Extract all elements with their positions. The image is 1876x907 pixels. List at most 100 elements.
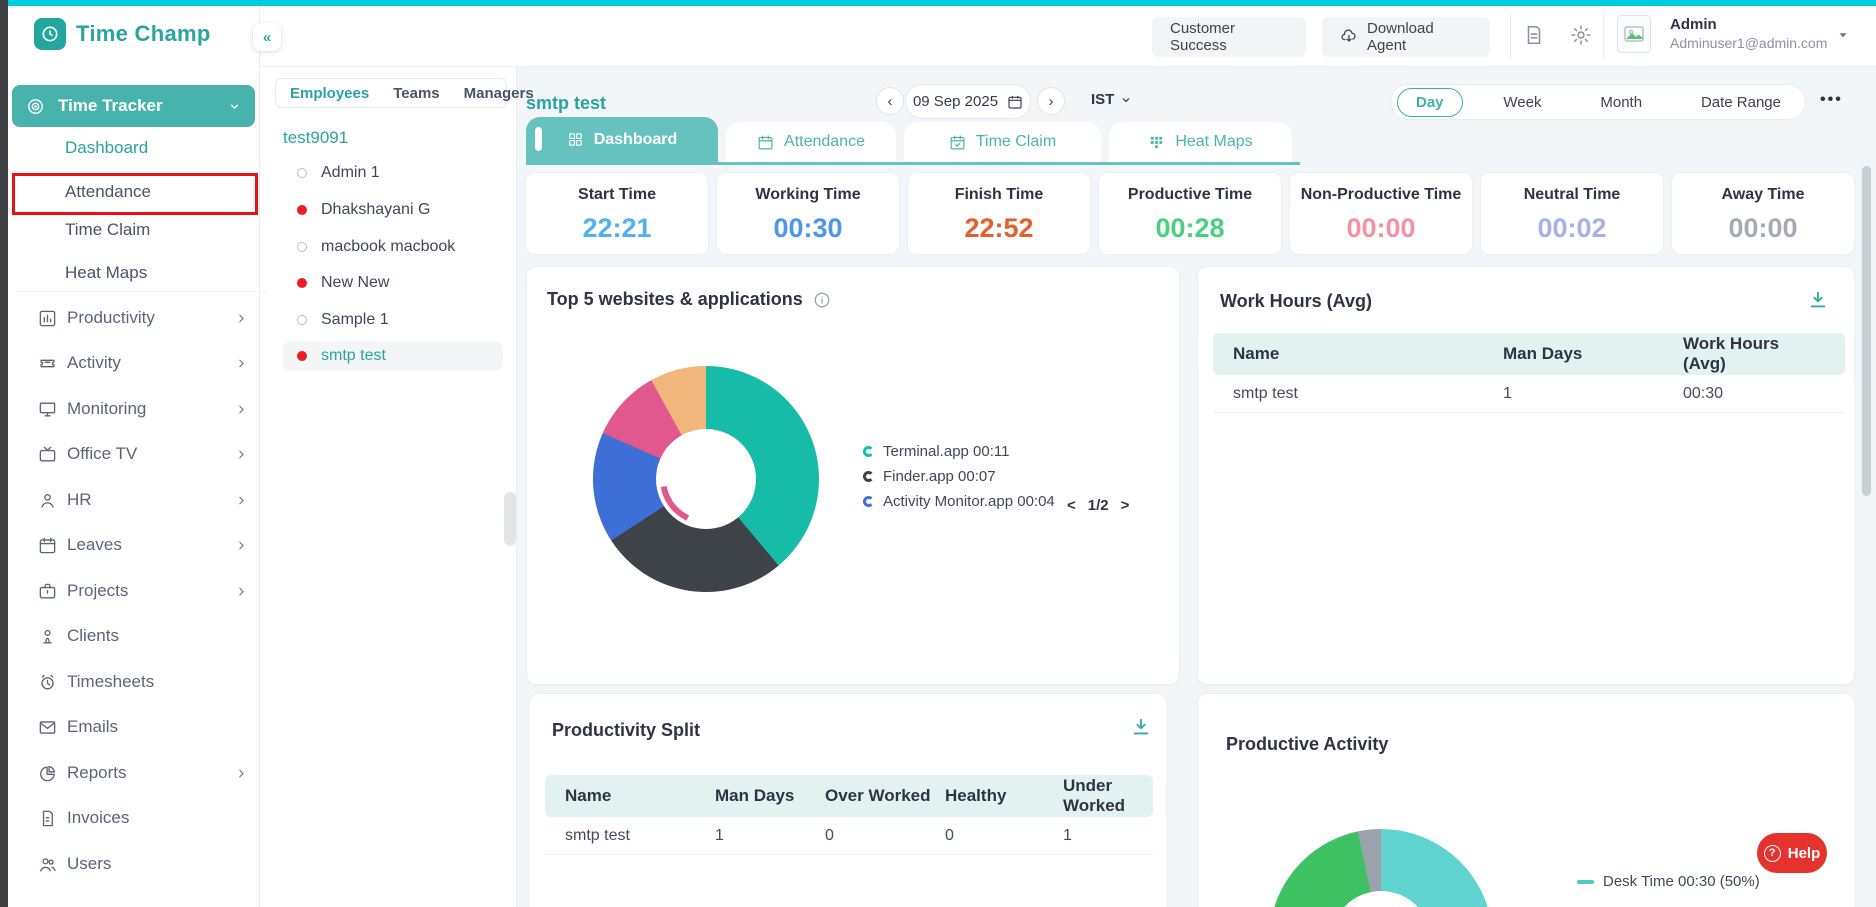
team-group-label[interactable]: test9091 — [283, 128, 348, 148]
view-tab-attendance[interactable]: Attendance — [726, 122, 896, 162]
gear-icon[interactable] — [1570, 24, 1592, 46]
range-tab-week[interactable]: Week — [1485, 89, 1559, 116]
user-email: Adminuser1@admin.com — [1670, 35, 1827, 51]
sidebar-item-invoices[interactable]: Invoices — [38, 805, 248, 831]
sidebar-item-emails[interactable]: Emails — [38, 714, 248, 740]
sidebar-item-clients[interactable]: Clients — [38, 623, 248, 649]
employee-item-sample-1[interactable]: Sample 1 — [283, 305, 503, 335]
employee-panel-tab-employees[interactable]: Employees — [290, 85, 369, 102]
bar-chart-icon — [38, 309, 57, 328]
legend-marker-icon — [863, 496, 874, 507]
view-tab-time-claim[interactable]: Time Claim — [904, 122, 1101, 162]
sidebar-item-heat-maps[interactable]: Heat Maps — [65, 260, 147, 286]
more-options-button[interactable]: ••• — [1820, 91, 1843, 109]
legend-label: Terminal.app 00:11 — [883, 443, 1009, 460]
divider — [1603, 14, 1604, 60]
chevron-right-icon — [235, 767, 248, 780]
legend-item[interactable]: Desk Time 00:30 (50%) — [1577, 869, 1760, 894]
logo[interactable]: Time Champ — [34, 18, 211, 50]
column-header: Man Days — [1503, 344, 1683, 364]
legend-item[interactable]: Terminal.app 00:11 — [863, 439, 1055, 464]
employee-item-admin-1[interactable]: Admin 1 — [283, 158, 503, 188]
date-picker[interactable]: 09 Sep 2025 — [905, 84, 1031, 119]
app-window: Time Champ Time Tracker Dashboard Attenda… — [0, 0, 1876, 907]
legend-item[interactable]: Finder.app 00:07 — [863, 464, 1055, 489]
download-icon[interactable] — [1807, 289, 1829, 311]
sidebar-item-activity[interactable]: Activity — [38, 350, 248, 376]
active-tab-indicator — [535, 127, 542, 151]
employee-item-smtp-test[interactable]: smtp test — [283, 341, 503, 371]
view-tab-heat-maps[interactable]: Heat Maps — [1109, 122, 1292, 162]
stats-row: Start Time22:21Working Time00:30Finish T… — [525, 172, 1855, 255]
sidebar-item-timesheets[interactable]: Timesheets — [38, 669, 248, 695]
pagination-prev-button[interactable]: < — [1067, 497, 1076, 514]
sidebar-item-dashboard[interactable]: Dashboard — [65, 135, 148, 161]
time-champ-logo-icon — [34, 18, 66, 50]
range-tab-day[interactable]: Day — [1397, 88, 1463, 117]
chevron-right-icon — [235, 585, 248, 598]
avatar[interactable] — [1617, 15, 1651, 53]
panel-resize-handle[interactable] — [504, 492, 516, 546]
employee-panel-tab-managers[interactable]: Managers — [464, 85, 534, 102]
page-scrollbar-thumb[interactable] — [1862, 166, 1871, 496]
employee-panel-tab-teams[interactable]: Teams — [393, 85, 439, 102]
date-prev-button[interactable]: ‹ — [876, 87, 904, 115]
user-menu-caret-icon[interactable] — [1836, 28, 1850, 42]
sidebar-item-time-tracker[interactable]: Time Tracker — [12, 85, 255, 127]
help-button[interactable]: ? Help — [1757, 833, 1827, 873]
timezone-value: IST — [1091, 91, 1114, 108]
pie-icon — [38, 764, 57, 783]
download-agent-button[interactable]: Download Agent — [1322, 17, 1490, 57]
sidebar-item-office-tv[interactable]: Office TV — [38, 441, 248, 467]
employee-item-macbook-macbook[interactable]: macbook macbook — [283, 232, 503, 262]
sidebar-item-users[interactable]: Users — [38, 851, 248, 877]
employee-item-dhakshayani-g[interactable]: Dhakshayani G — [283, 195, 503, 225]
view-tab-label: Dashboard — [594, 131, 678, 149]
view-tab-dashboard[interactable]: Dashboard — [526, 117, 718, 162]
view-tab-label: Heat Maps — [1175, 133, 1252, 151]
table-row[interactable]: smtp test1001 — [545, 817, 1153, 855]
sidebar-item-monitoring[interactable]: Monitoring — [38, 396, 248, 422]
sidebar-item-label: Activity — [67, 353, 225, 373]
user-name: Admin — [1670, 16, 1717, 33]
sidebar-item-label: Users — [67, 854, 248, 874]
table-header-row: NameMan DaysWork Hours (Avg) — [1213, 333, 1845, 375]
sidebar-item-time-claim[interactable]: Time Claim — [65, 217, 150, 243]
sidebar-item-productivity[interactable]: Productivity — [38, 305, 248, 331]
donut-arc-core — [666, 439, 746, 519]
sidebar-item-label: Projects — [67, 581, 225, 601]
user-icon — [38, 491, 57, 510]
date-next-button[interactable]: › — [1037, 87, 1065, 115]
employee-item-new-new[interactable]: New New — [283, 268, 503, 298]
column-header: Name — [565, 786, 715, 806]
chevron-right-icon — [235, 448, 248, 461]
employee-name: Sample 1 — [321, 311, 389, 329]
question-icon: ? — [1764, 845, 1781, 862]
work-hours-card: Work Hours (Avg) NameMan DaysWork Hours … — [1197, 266, 1855, 685]
sidebar-item-hr[interactable]: HR — [38, 487, 248, 513]
sidebar-item-leaves[interactable]: Leaves — [38, 532, 248, 558]
info-icon[interactable] — [813, 291, 831, 309]
document-icon[interactable] — [1523, 24, 1545, 46]
range-tab-date-range[interactable]: Date Range — [1683, 89, 1799, 116]
legend-pagination: < 1/2 > — [1067, 497, 1129, 514]
stat-card-productive-time: Productive Time00:28 — [1098, 172, 1282, 255]
sidebar-item-label: Invoices — [67, 808, 248, 828]
sidebar-item-reports[interactable]: Reports — [38, 760, 248, 786]
employee-panel: EmployeesTeamsManagers test9091 Admin 1D… — [260, 67, 517, 907]
customer-success-button[interactable]: Customer Success — [1152, 17, 1306, 57]
legend-label: Activity Monitor.app 00:04 — [883, 493, 1055, 510]
sidebar-item-attendance[interactable]: Attendance — [65, 179, 151, 205]
pagination-next-button[interactable]: > — [1121, 497, 1130, 514]
range-tab-month[interactable]: Month — [1582, 89, 1660, 116]
sidebar-collapse-button[interactable]: « — [253, 23, 281, 51]
sidebar-item-projects[interactable]: Projects — [38, 578, 248, 604]
legend-item[interactable]: Activity Monitor.app 00:04 — [863, 489, 1055, 514]
view-tab-label: Attendance — [784, 133, 865, 151]
productive-activity-title: Productive Activity — [1226, 734, 1388, 755]
download-icon[interactable] — [1130, 716, 1152, 738]
table-row[interactable]: smtp test100:30 — [1213, 375, 1845, 413]
status-dot — [297, 205, 307, 215]
column-header: Name — [1233, 344, 1503, 364]
timezone-select[interactable]: IST — [1091, 91, 1132, 108]
